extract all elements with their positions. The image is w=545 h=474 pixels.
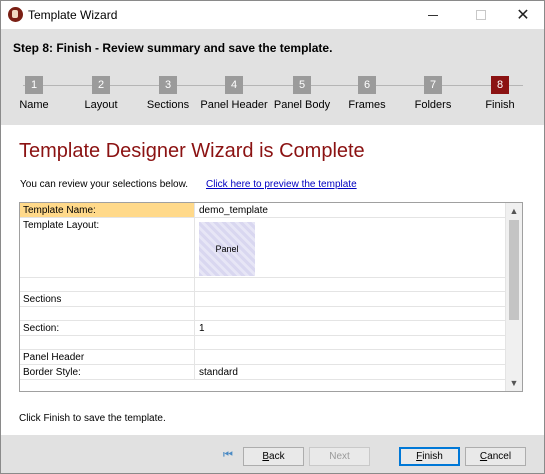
step-number: 6 (358, 76, 376, 94)
cancel-label-rest: ancel (487, 451, 512, 462)
step-title: Step 8: Finish - Review summary and save… (13, 41, 333, 55)
finish-note: Click Finish to save the template. (19, 413, 166, 424)
row-key: Section: (20, 321, 195, 335)
finish-button[interactable]: Finish (399, 447, 460, 466)
row-value: Panel (195, 218, 506, 277)
row-value (195, 336, 506, 349)
row-key (20, 278, 195, 291)
step-label: Name (19, 99, 49, 111)
next-label: Next (329, 451, 350, 462)
cancel-button[interactable]: Cancel (465, 447, 526, 466)
scroll-thumb[interactable] (509, 220, 519, 320)
row-value: demo_template (199, 205, 268, 216)
step-number: 5 (293, 76, 311, 94)
step-label: Panel Body (273, 99, 331, 111)
row-key (20, 336, 195, 349)
step-sections[interactable]: 3 Sections (133, 76, 203, 111)
step-name[interactable]: 1 Name (1, 76, 69, 111)
minimize-button[interactable] (411, 1, 455, 29)
step-label: Sections (146, 99, 190, 111)
minimize-icon (428, 14, 438, 16)
step-panel-body[interactable]: 5 Panel Body (267, 76, 337, 111)
step-frames[interactable]: 6 Frames (332, 76, 402, 111)
preview-template-link[interactable]: Click here to preview the template (206, 179, 357, 190)
step-folders[interactable]: 7 Folders (398, 76, 468, 111)
table-row[interactable]: Template Name: demo_template (20, 203, 506, 218)
step-label: Finish (485, 99, 515, 111)
table-row[interactable]: Panel Header (20, 350, 506, 365)
wizard-footer: ⏮ Back Next Finish Cancel (1, 435, 544, 473)
first-page-icon[interactable]: ⏮ (222, 449, 234, 461)
step-layout[interactable]: 2 Layout (66, 76, 136, 111)
finish-label-rest: inish (422, 451, 443, 462)
window-title: Template Wizard (28, 8, 118, 22)
row-value (195, 292, 506, 306)
row-value (195, 307, 506, 320)
scroll-up-icon[interactable]: ▲ (506, 203, 522, 219)
step-number: 7 (424, 76, 442, 94)
close-icon: ✕ (516, 7, 530, 24)
review-text: You can review your selections below. (20, 179, 189, 190)
app-icon (8, 7, 23, 22)
row-key: Template Layout: (20, 218, 195, 277)
step-finish[interactable]: 8 Finish (465, 76, 535, 111)
row-value (195, 350, 506, 364)
step-number: 3 (159, 76, 177, 94)
layout-thumbnail-label: Panel (215, 244, 239, 254)
back-button[interactable]: Back (243, 447, 304, 466)
title-bar: Template Wizard ✕ (1, 1, 544, 29)
page-title: Template Designer Wizard is Complete (19, 140, 365, 162)
row-key: Sections (20, 292, 195, 306)
summary-grid-body: Template Name: demo_template Template La… (20, 203, 506, 380)
step-number: 4 (225, 76, 243, 94)
summary-grid[interactable]: Template Name: demo_template Template La… (19, 202, 523, 392)
row-key: Border Style: (20, 365, 195, 379)
close-button[interactable]: ✕ (501, 1, 544, 29)
step-number: 1 (25, 76, 43, 94)
step-label: Panel Header (200, 99, 268, 111)
back-accel: B (262, 451, 270, 462)
row-key: Template Name: (20, 203, 195, 217)
next-button[interactable]: Next (309, 447, 370, 466)
step-number: 8 (491, 76, 509, 94)
table-row[interactable] (20, 278, 506, 292)
row-value: standard (199, 367, 238, 378)
layout-thumbnail: Panel (199, 222, 255, 276)
wizard-content: Template Designer Wizard is Complete You… (1, 125, 544, 435)
step-label: Folders (414, 99, 452, 111)
table-row[interactable]: Sections (20, 292, 506, 307)
step-number: 2 (92, 76, 110, 94)
back-label-rest: ack (269, 451, 285, 462)
row-key (20, 307, 195, 320)
row-value: 1 (199, 323, 205, 334)
row-value (195, 278, 506, 291)
step-label: Layout (84, 99, 118, 111)
table-row[interactable] (20, 307, 506, 321)
table-row[interactable]: Border Style: standard (20, 365, 506, 380)
step-label: Frames (348, 99, 386, 111)
step-panel-header[interactable]: 4 Panel Header (199, 76, 269, 111)
table-row[interactable]: Template Layout: Panel (20, 218, 506, 278)
wizard-header: Step 8: Finish - Review summary and save… (1, 29, 544, 125)
scroll-down-icon[interactable]: ▼ (506, 375, 522, 391)
table-row[interactable]: Section: 1 (20, 321, 506, 336)
row-key: Panel Header (20, 350, 195, 364)
table-row[interactable] (20, 336, 506, 350)
cancel-accel: C (479, 451, 488, 462)
vertical-scrollbar[interactable]: ▲ ▼ (505, 203, 522, 391)
maximize-icon (476, 10, 486, 20)
maximize-button[interactable] (459, 1, 503, 29)
wizard-window: Template Wizard ✕ Step 8: Finish - Revie… (0, 0, 545, 474)
